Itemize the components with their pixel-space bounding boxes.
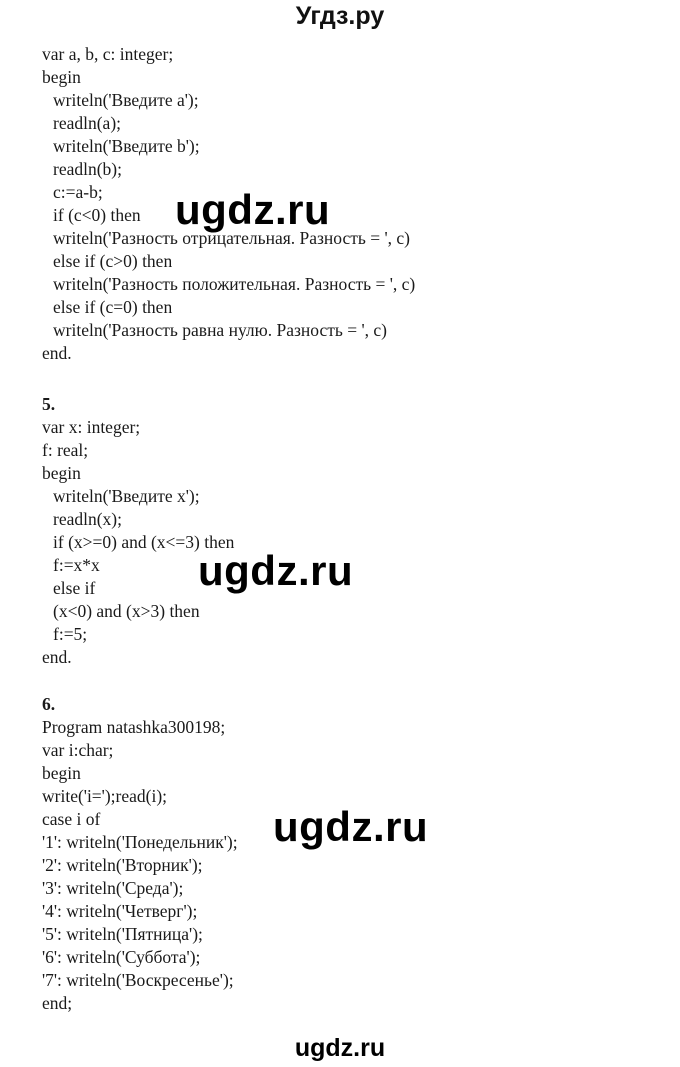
code-line: writeln('Введите a'); [53,90,199,110]
footer-watermark: ugdz.ru [294,1034,386,1062]
code-line: var x: integer; [42,417,141,437]
code-line: end. [42,343,72,363]
code-line: '7': writeln('Воскресенье'); [42,970,234,990]
code-line: '5': writeln('Пятница'); [42,924,203,944]
code-line: '6': writeln('Суббота'); [42,947,201,967]
watermark: ugdz.ru [273,803,429,850]
code-line: readln(a); [53,113,122,133]
code-line: readln(b); [53,159,122,179]
code-line: end; [42,993,73,1013]
watermark: ugdz.ru [175,186,331,233]
code-line: end. [42,647,72,667]
code-line: '3': writeln('Среда'); [42,878,184,898]
code-line: f: real; [42,440,89,460]
code-line: readln(x); [53,509,122,529]
code-block-6: 6. Program natashka300198; var i:char; begi… [42,693,238,1015]
code-line: write('i=');read(i); [42,786,168,806]
code-line: writeln('Введите b'); [53,136,200,156]
code-line: var i:char; [42,740,114,760]
code-line: f:=5; [53,624,88,644]
site-title: Угдз.ру [295,2,385,30]
code-line: else if (c>0) then [53,251,173,271]
code-block-5: 5. var x: integer; f: real; begin writeln('В… [42,393,234,669]
code-line: '1': writeln('Понедельник'); [42,832,238,852]
code-line: begin [42,463,81,483]
watermark: ugdz.ru [198,547,354,594]
code-line: Program natashka300198; [42,717,226,737]
code-line: case i of [42,809,101,829]
code-line: '2': writeln('Вторник'); [42,855,203,875]
code-line: begin [42,67,81,87]
code-line: begin [42,763,81,783]
code-line: '4': writeln('Четверг'); [42,901,198,921]
code-line: var a, b, c: integer; [42,44,174,64]
code-line: writeln('Разность равна нулю. Разность =… [53,320,387,340]
code-line: writeln('Введите x'); [53,486,200,506]
code-line: writeln('Разность положительная. Разност… [53,274,416,294]
code-line: (x<0) and (x>3) then [53,601,200,621]
code-line: else if (c=0) then [53,297,173,317]
task-number: 6. [42,694,56,714]
task-number: 5. [42,394,56,414]
